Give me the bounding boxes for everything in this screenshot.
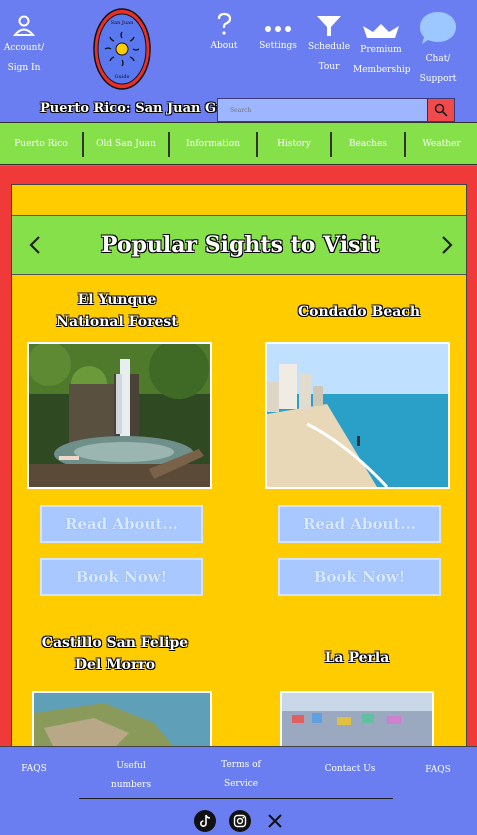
footer-link-faqs[interactable]: FAQS bbox=[14, 760, 54, 779]
x-icon[interactable] bbox=[264, 810, 286, 832]
read-about-button[interactable]: Read About... bbox=[278, 505, 441, 543]
main-nav: Puerto Rico Old San Juan Information His… bbox=[0, 122, 477, 165]
condado-beach-photo bbox=[265, 342, 450, 489]
sight-title-line: Del Morro bbox=[74, 657, 156, 673]
question-icon bbox=[217, 12, 232, 35]
chat-bubble-icon bbox=[420, 12, 456, 44]
book-now-button[interactable]: Book Now! bbox=[40, 558, 203, 596]
settings-link[interactable]: Settings bbox=[256, 24, 300, 56]
nav-item-history[interactable]: History bbox=[258, 123, 330, 166]
sights-carousel-header: Popular Sights to Visit bbox=[12, 215, 466, 275]
sight-title-condado-beach: Condado Beach bbox=[264, 301, 454, 323]
search-bar bbox=[217, 98, 455, 122]
funnel-icon bbox=[317, 16, 341, 36]
logo-bottom-text: Guide bbox=[115, 74, 130, 80]
logo-top-text: San Juan bbox=[111, 20, 134, 26]
premium-membership-link[interactable]: Premium Membership bbox=[353, 22, 411, 80]
sight-title-la-perla: La Perla bbox=[262, 647, 452, 669]
instagram-icon[interactable] bbox=[229, 810, 251, 832]
footer-link-faqs[interactable]: FAQS bbox=[418, 761, 458, 780]
chat-support-label: Chat/ Support bbox=[419, 54, 457, 84]
settings-label: Settings bbox=[259, 41, 297, 51]
la-perla-photo bbox=[280, 691, 434, 753]
search-input[interactable] bbox=[218, 99, 428, 121]
chat-support-link[interactable]: Chat/ Support bbox=[416, 10, 460, 89]
sight-title-line: El Yunque bbox=[77, 292, 157, 308]
nav-item-information[interactable]: Information bbox=[170, 123, 256, 166]
content-frame: Popular Sights to Visit El Yunque Nation… bbox=[0, 166, 477, 754]
footer-link-useful-numbers[interactable]: Useful numbers bbox=[104, 757, 158, 795]
sight-title-el-yunque: El Yunque National Forest bbox=[22, 289, 212, 333]
section-title: Popular Sights to Visit bbox=[100, 232, 380, 258]
schedule-tour-label: Schedule Tour bbox=[307, 42, 351, 72]
footer-link-contact-us[interactable]: Contact Us bbox=[320, 760, 380, 779]
about-link[interactable]: About bbox=[204, 12, 244, 56]
sight-title-castillo-san-felipe: Castillo San Felipe Del Morro bbox=[20, 632, 210, 676]
tiktok-icon[interactable] bbox=[194, 810, 216, 832]
el-yunque-photo bbox=[27, 342, 212, 489]
castillo-del-morro-photo bbox=[32, 691, 212, 753]
sight-title-line: Castillo San Felipe bbox=[41, 635, 189, 651]
chevron-right-icon[interactable] bbox=[434, 233, 458, 257]
search-button[interactable] bbox=[427, 99, 454, 121]
search-icon bbox=[434, 103, 448, 117]
nav-item-weather[interactable]: Weather bbox=[406, 123, 477, 166]
crown-icon bbox=[363, 24, 399, 38]
sight-title-line: La Perla bbox=[324, 650, 390, 666]
san-juan-guide-logo[interactable]: San Juan Guide bbox=[93, 8, 151, 90]
sight-title-line: Condado Beach bbox=[297, 304, 421, 320]
read-about-button[interactable]: Read About... bbox=[40, 505, 203, 543]
schedule-tour-link[interactable]: Schedule Tour bbox=[306, 14, 352, 77]
site-footer: FAQS Useful numbers Terms of Service Con… bbox=[0, 746, 477, 835]
premium-membership-label: Premium Membership bbox=[353, 45, 411, 75]
site-header: Account/ Sign In San Juan Guide About Se… bbox=[0, 0, 477, 122]
sight-title-line: National Forest bbox=[56, 314, 178, 330]
account-signin-link[interactable]: Account/ Sign In bbox=[2, 14, 46, 78]
content-panel: Popular Sights to Visit El Yunque Nation… bbox=[11, 184, 467, 754]
footer-divider bbox=[79, 798, 393, 799]
nav-item-beaches[interactable]: Beaches bbox=[332, 123, 404, 166]
user-icon bbox=[13, 15, 35, 36]
more-dots-icon bbox=[265, 26, 291, 32]
footer-link-terms-of-service[interactable]: Terms of Service bbox=[215, 756, 267, 794]
nav-item-puerto-rico[interactable]: Puerto Rico bbox=[0, 123, 82, 166]
about-label: About bbox=[210, 41, 238, 51]
nav-item-old-san-juan[interactable]: Old San Juan bbox=[84, 123, 168, 166]
book-now-button[interactable]: Book Now! bbox=[278, 558, 441, 596]
account-label: Account/ Sign In bbox=[3, 43, 45, 73]
